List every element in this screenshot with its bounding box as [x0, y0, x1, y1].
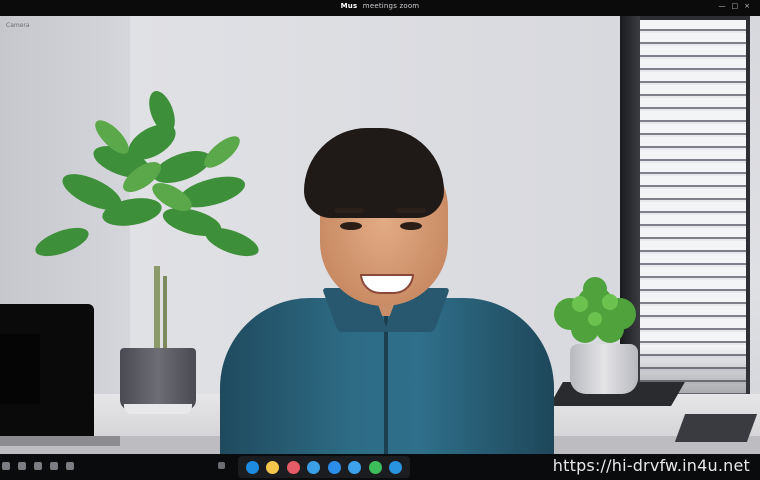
plant-leaves [35, 90, 259, 257]
app-dock [238, 456, 410, 478]
browser-icon[interactable] [245, 460, 259, 474]
close-icon[interactable]: × [744, 2, 750, 10]
plant-pot [120, 348, 196, 410]
maximize-icon[interactable]: □ [732, 2, 739, 10]
mic-icon[interactable] [2, 462, 10, 470]
video-call-window: Mus meetings zoom — □ × Camera https://h… [0, 0, 760, 480]
desk-tray [674, 414, 758, 442]
cloud-icon[interactable] [389, 460, 403, 474]
camera-label: Camera [6, 22, 30, 29]
video-feed: Camera [0, 16, 760, 454]
laptop-base [0, 436, 120, 446]
grid-icon[interactable] [50, 462, 58, 470]
phone-icon[interactable] [368, 460, 382, 474]
minimize-icon[interactable]: — [719, 2, 726, 10]
chat-app-icon[interactable] [348, 460, 362, 474]
plant-stem-2 [163, 276, 167, 356]
window-title: Mus meetings zoom [0, 2, 760, 10]
watermark-url: https://hi-drvfw.in4u.net [552, 456, 750, 475]
small-plant-pot [570, 344, 638, 394]
chat-icon[interactable] [66, 462, 74, 470]
meeting-toolbar: https://hi-drvfw.in4u.net [0, 454, 760, 480]
laptop-screen [0, 334, 40, 404]
plant-saucer [124, 404, 192, 414]
record-icon[interactable] [218, 462, 225, 469]
small-plant-leaves [554, 277, 636, 343]
camera-icon[interactable] [18, 462, 26, 470]
window-controls: — □ × [719, 2, 751, 10]
window-title-text: meetings zoom [362, 2, 420, 10]
app-logo: Mus [340, 2, 358, 10]
mail-icon[interactable] [307, 460, 321, 474]
eyebrow-left [334, 208, 364, 213]
eye-left [340, 222, 362, 230]
share-icon[interactable] [34, 462, 42, 470]
toolbar-left [2, 462, 74, 470]
laptop [0, 304, 94, 440]
files-icon[interactable] [266, 460, 280, 474]
title-bar: Mus meetings zoom — □ × [0, 0, 760, 16]
calendar-icon[interactable] [286, 460, 300, 474]
meetings-icon[interactable] [327, 460, 341, 474]
toolbar-mid [218, 462, 225, 469]
eye-right [400, 222, 422, 230]
shirt-placket [384, 316, 388, 454]
eyebrow-right [396, 208, 426, 213]
